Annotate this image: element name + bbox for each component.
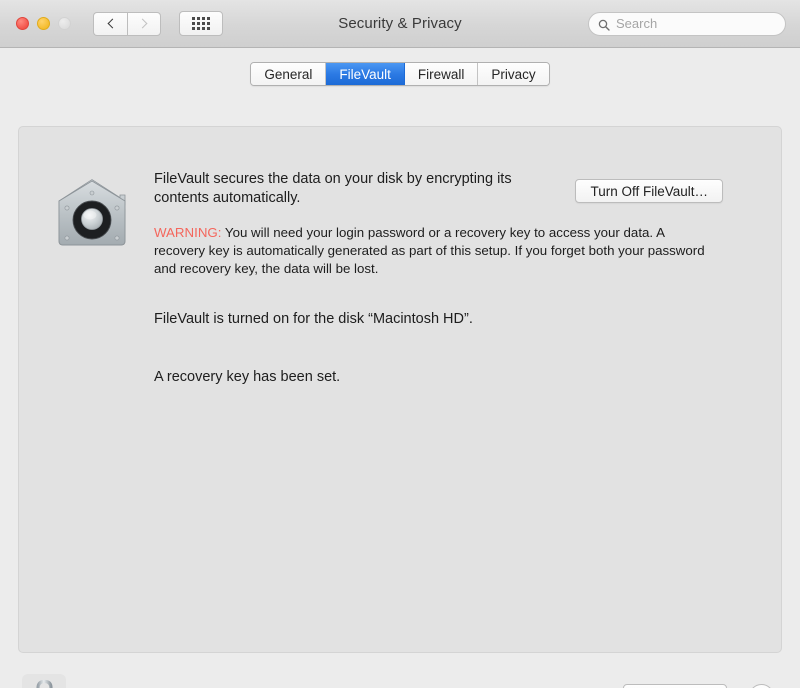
chevron-left-icon (107, 18, 117, 29)
lock-button[interactable] (22, 674, 66, 688)
tab-bar: General FileVault Firewall Privacy (0, 62, 800, 86)
search-icon (598, 18, 610, 31)
tab-filevault[interactable]: FileVault (326, 63, 405, 85)
warning-text: You will need your login password or a r… (154, 225, 705, 276)
show-all-button[interactable] (179, 11, 223, 36)
search-field[interactable]: Search (588, 11, 786, 36)
window-titlebar: Security & Privacy Search (0, 0, 800, 48)
turn-off-filevault-button[interactable]: Turn Off FileVault… (575, 179, 723, 203)
back-button[interactable] (93, 11, 127, 36)
close-button-icon[interactable] (16, 17, 29, 30)
filevault-status-recovery-key: A recovery key has been set. (154, 369, 341, 385)
filevault-status-disk: FileVault is turned on for the disk “Mac… (154, 311, 473, 327)
window-body: General FileVault Firewall Privacy FileV… (0, 48, 800, 688)
filevault-panel: FileVault secures the data on your disk … (18, 126, 782, 653)
forward-button (127, 11, 161, 36)
advanced-button[interactable]: Advanced… (623, 684, 727, 688)
filevault-vault-icon (53, 175, 131, 253)
unlocked-padlock-icon (29, 678, 59, 688)
tab-privacy[interactable]: Privacy (478, 63, 549, 85)
filevault-warning: WARNING: You will need your login passwo… (154, 224, 710, 278)
traffic-light-group (16, 17, 71, 30)
filevault-description: FileVault secures the data on your disk … (154, 171, 512, 206)
security-privacy-window: Security & Privacy Search General FileVa… (0, 0, 800, 688)
zoom-button-icon (58, 17, 71, 30)
tab-firewall[interactable]: Firewall (404, 63, 479, 85)
search-input[interactable]: Search (616, 16, 657, 31)
help-button[interactable]: ? (749, 684, 774, 688)
warning-label: WARNING: (154, 225, 222, 240)
navigation-buttons (93, 11, 161, 36)
bottom-bar: Click the lock to prevent further change… (0, 660, 800, 688)
tab-general[interactable]: General (251, 63, 327, 85)
minimize-button-icon[interactable] (37, 17, 50, 30)
chevron-right-icon (137, 18, 148, 29)
tab-group: General FileVault Firewall Privacy (250, 62, 550, 86)
grid-icon (192, 17, 210, 30)
